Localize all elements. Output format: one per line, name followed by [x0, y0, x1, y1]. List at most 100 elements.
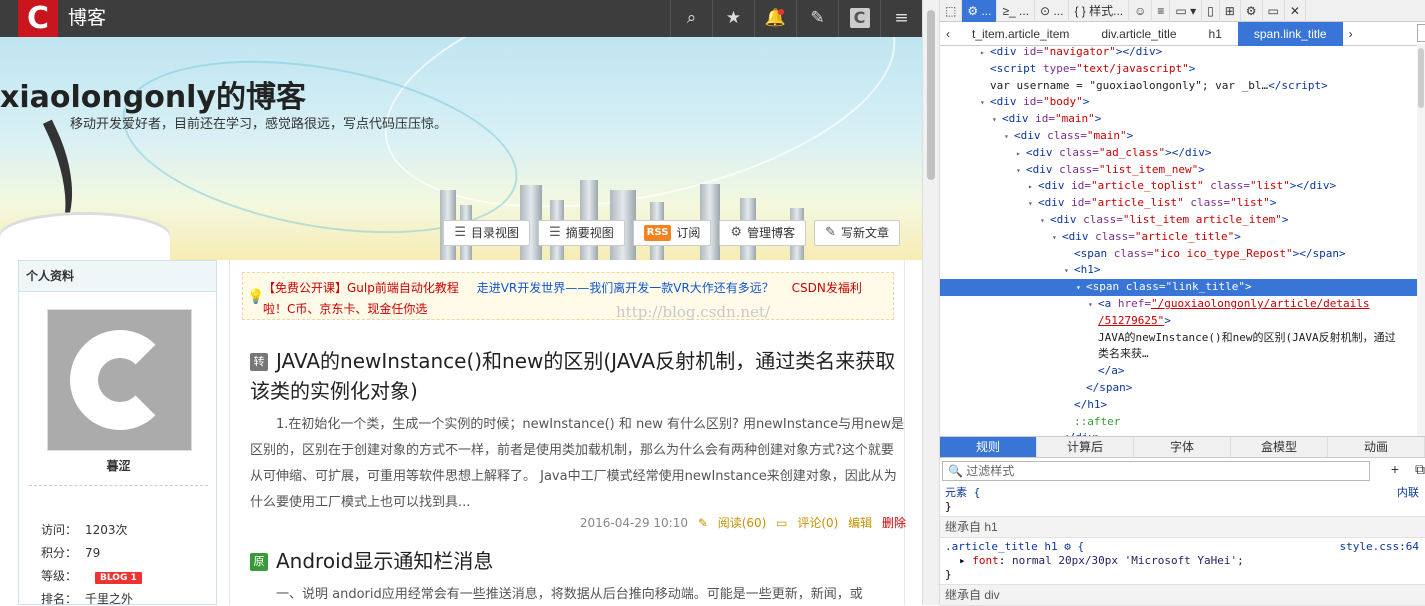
css-declaration[interactable]: ▸ font: normal 20px/30px 'Microsoft YaHe…: [945, 554, 1420, 568]
dom-node[interactable]: JAVA的newInstance()和new的区别(JAVA反射机制，通过: [940, 330, 1425, 347]
close-icon[interactable]: ✕: [1285, 0, 1306, 22]
blog-title[interactable]: xiaolongonly的博客: [0, 72, 306, 116]
inspect-icon[interactable]: ⬚: [940, 0, 963, 22]
article-edit-link[interactable]: 编辑: [848, 516, 872, 530]
dom-node[interactable]: ▾ <div class="list_item_new">: [940, 162, 1425, 179]
expand-toggle-icon[interactable]: ▾: [1088, 297, 1098, 314]
dom-node[interactable]: ▸ <div id="article_toplist" class="list">…: [940, 178, 1425, 195]
write-article-button[interactable]: ✎ 写新文章: [814, 220, 900, 246]
dom-node[interactable]: ▸ <div class="ad_class"></div>: [940, 145, 1425, 162]
catalog-view-button[interactable]: ☰ 目录视图: [443, 220, 531, 246]
face-icon[interactable]: ☺: [1129, 0, 1153, 22]
dom-node[interactable]: ▾ <a href="/guoxiaolongonly/article/detai…: [940, 296, 1425, 313]
expand-toggle-icon[interactable]: ▾: [980, 95, 990, 112]
css-rule[interactable]: .article_title h1 ⚙ { ▸ font: normal 20p…: [940, 538, 1425, 585]
dom-node-selected[interactable]: ▾ <span class="link_title">: [940, 279, 1425, 296]
tab-box-model[interactable]: 盒模型: [1231, 437, 1328, 457]
dom-node[interactable]: ▾ <div id="body">: [940, 94, 1425, 111]
star-icon[interactable]: ★: [712, 0, 754, 37]
rule-source[interactable]: style.css:64: [1340, 540, 1419, 554]
article-comment-count[interactable]: ▭ 评论(0): [776, 516, 838, 530]
debugger-tab[interactable]: ⊙ ...: [1035, 0, 1070, 22]
expand-toggle-icon[interactable]: ▾: [1028, 196, 1038, 213]
dom-node[interactable]: ▾ <div id="article_list" class="list">: [940, 195, 1425, 212]
search-icon[interactable]: ⌕: [670, 0, 712, 37]
pseudo-class-icon[interactable]: ⧉: [1415, 461, 1425, 477]
tab-rules[interactable]: 规则: [940, 437, 1037, 457]
edit-icon[interactable]: ✎: [796, 0, 838, 37]
brand-label[interactable]: 博客: [68, 0, 106, 37]
article-read-count[interactable]: ✎ 阅读(60): [698, 516, 767, 530]
dom-node[interactable]: <script type="text/javascript">: [940, 61, 1425, 78]
article-title-text[interactable]: JAVA的newInstance()和new的区别(JAVA反射机制，通过类名来…: [250, 349, 895, 403]
tab-fonts[interactable]: 字体: [1134, 437, 1231, 457]
csdn-logo[interactable]: C: [18, 0, 58, 37]
breadcrumb-item[interactable]: h1: [1193, 22, 1238, 46]
breadcrumb-item[interactable]: div.article_title: [1085, 22, 1192, 46]
layout-icon[interactable]: ▭ ▾: [1170, 0, 1203, 22]
console-tab[interactable]: ≥_ ...: [997, 0, 1036, 22]
style-editor-tab[interactable]: { } 样式...: [1069, 0, 1130, 22]
dom-node[interactable]: ▾ <h1>: [940, 262, 1425, 279]
expand-toggle-icon[interactable]: ▾: [1052, 230, 1062, 247]
dock-icon[interactable]: ▭: [1263, 0, 1285, 22]
manage-blog-button[interactable]: ⚙ 管理博客: [719, 220, 807, 246]
chevron-left-icon[interactable]: ‹: [940, 22, 956, 46]
menu-icon[interactable]: ≡: [880, 0, 922, 37]
expand-toggle-icon[interactable]: ▾: [1040, 213, 1050, 230]
expand-toggle-icon[interactable]: ▾: [1004, 129, 1014, 146]
ad-link-vr[interactable]: 走进VR开发世界——我们离开发一款VR大作还有多远？: [477, 281, 774, 295]
tab-animations[interactable]: 动画: [1328, 437, 1425, 457]
ad-link-gulp[interactable]: 【免费公开课】Gulp前端自动化教程: [263, 281, 459, 295]
bell-icon[interactable]: 🔔: [754, 0, 796, 37]
dom-node[interactable]: ▾ <div class="main">: [940, 128, 1425, 145]
element-rule[interactable]: 元素 { } 内联: [940, 484, 1425, 517]
avatar[interactable]: [47, 309, 192, 451]
article-title[interactable]: 原 Android显示通知栏消息: [250, 546, 906, 576]
article-delete-link[interactable]: 删除: [882, 516, 906, 530]
dom-node[interactable]: /51279625">: [940, 313, 1425, 330]
expand-toggle-icon[interactable]: ▾: [1064, 263, 1074, 280]
lines-icon[interactable]: ≡: [1152, 0, 1171, 22]
gear-icon[interactable]: ⚙: [1241, 0, 1263, 22]
expand-toggle-icon[interactable]: ▸: [1016, 146, 1026, 163]
nickname[interactable]: 暮涩: [19, 457, 218, 474]
dom-node[interactable]: 类名来获…: [940, 346, 1425, 363]
dom-node[interactable]: ▾ <div class="list_item article_item">: [940, 212, 1425, 229]
dom-node[interactable]: <span class="ico ico_type_Repost"></span…: [940, 246, 1425, 263]
dom-node[interactable]: ::after: [940, 414, 1425, 431]
original-tag: 原: [250, 553, 268, 571]
grid-icon[interactable]: ⊞: [1220, 0, 1241, 22]
expand-toggle-icon[interactable]: ▸: [980, 45, 990, 62]
expand-toggle-icon[interactable]: ▾: [992, 112, 1002, 129]
breadcrumb-item[interactable]: t_item.article_item: [956, 22, 1085, 46]
rss-subscribe-button[interactable]: RSS 订阅: [632, 220, 712, 246]
panel-icon[interactable]: ▯: [1202, 0, 1220, 22]
article-title-text[interactable]: Android显示通知栏消息: [276, 549, 493, 573]
dom-node[interactable]: </span>: [940, 380, 1425, 397]
expand-toggle-icon[interactable]: ▾: [1016, 163, 1026, 180]
add-rule-icon[interactable]: +: [1391, 461, 1399, 477]
breadcrumb-item-selected[interactable]: span.link_title: [1237, 21, 1343, 46]
expand-toggle-icon[interactable]: ▸: [1028, 179, 1038, 196]
dom-tree-scrollbar[interactable]: [1417, 44, 1425, 436]
page-scrollbar[interactable]: [922, 0, 940, 605]
chevron-right-icon[interactable]: ›: [1343, 22, 1359, 46]
dom-node[interactable]: ▸ <div id="navigator"></div>: [940, 44, 1425, 61]
dom-node[interactable]: ▾ <div id="main">: [940, 111, 1425, 128]
article-title[interactable]: 转 JAVA的newInstance()和new的区别(JAVA反射机制，通过类名…: [250, 346, 906, 406]
csdn-icon[interactable]: C: [838, 0, 880, 37]
style-filter-input[interactable]: 🔍 过滤样式: [942, 461, 1370, 481]
dom-node[interactable]: ▾ <div class="article_title">: [940, 229, 1425, 246]
expand-toggle-icon[interactable]: ▾: [1076, 280, 1086, 297]
dom-node[interactable]: </a>: [940, 363, 1425, 380]
inspector-tab[interactable]: ⚙ ...: [962, 0, 998, 22]
rule-source[interactable]: 内联: [1397, 486, 1419, 500]
summary-view-button[interactable]: ☰ 摘要视图: [538, 220, 625, 246]
dom-tree: ▸ <div id="navigator"></div> <script type=…: [940, 44, 1425, 436]
tab-computed[interactable]: 计算后: [1037, 437, 1134, 457]
dom-node[interactable]: var username = "guoxiaolongonly"; var _b…: [940, 78, 1425, 95]
catalog-view-label: 目录视图: [471, 226, 520, 240]
dom-node[interactable]: </h1>: [940, 397, 1425, 414]
search-box[interactable]: [1417, 24, 1425, 42]
